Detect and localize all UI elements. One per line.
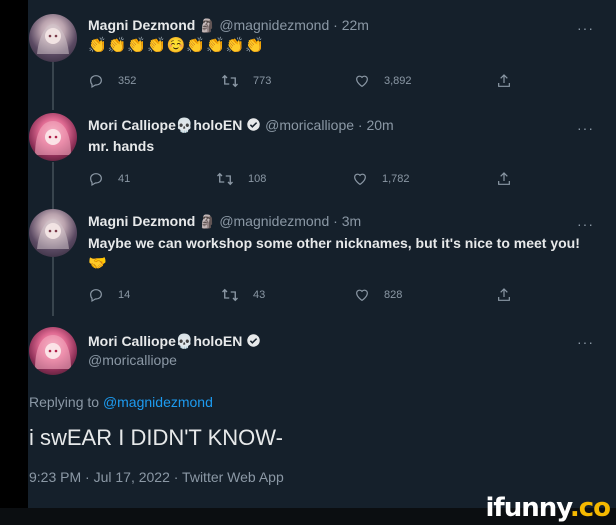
share-icon xyxy=(498,74,510,87)
reply-button[interactable]: 14 xyxy=(88,287,130,303)
tweet-header: Mori Calliope💀holoEN @moricalliope · 20m xyxy=(88,116,598,134)
tweet-actions: 14 43 828 xyxy=(88,287,518,305)
more-options-button[interactable]: ··· xyxy=(577,120,594,136)
separator-dot: · xyxy=(333,17,338,33)
more-options-button[interactable]: ··· xyxy=(577,216,594,232)
like-count: 828 xyxy=(384,289,403,301)
avatar-mori[interactable] xyxy=(29,327,77,375)
retweet-icon xyxy=(222,288,238,302)
tweet-text: 👏👏👏👏☺️👏👏👏👏 xyxy=(88,37,266,54)
like-count: 3,892 xyxy=(384,75,412,87)
heart-icon xyxy=(354,173,366,186)
main-tweet-meta[interactable]: 9:23 PM · Jul 17, 2022 · Twitter Web App xyxy=(29,469,284,485)
separator-dot: · xyxy=(357,117,363,133)
reply-icon xyxy=(90,173,102,187)
tweet-time[interactable]: 22m xyxy=(342,17,369,33)
retweet-button[interactable]: 43 xyxy=(221,287,265,303)
avatar-mori[interactable] xyxy=(29,113,77,161)
tweet-actions: 352 773 3,892 xyxy=(88,73,518,91)
share-button[interactable] xyxy=(496,287,526,303)
tweet-text: Maybe we can workshop some other nicknam… xyxy=(88,235,580,251)
tweet-2[interactable]: Mori Calliope💀holoEN @moricalliope · 20m… xyxy=(88,116,598,156)
like-button[interactable]: 828 xyxy=(354,287,402,303)
tweet-emoji: 🤝 xyxy=(88,255,108,272)
author-name[interactable]: Mori Calliope💀holoEN xyxy=(88,117,242,133)
retweet-count: 108 xyxy=(248,173,267,185)
tweet-time[interactable]: 20m xyxy=(366,117,393,133)
reply-count: 14 xyxy=(118,289,131,301)
reply-button[interactable]: 41 xyxy=(88,171,130,187)
author-name[interactable]: Magni Dezmond xyxy=(88,17,195,33)
like-button[interactable]: 1,782 xyxy=(352,171,410,187)
author-name[interactable]: Mori Calliope💀holoEN xyxy=(88,333,242,349)
main-tweet-author[interactable]: Mori Calliope💀holoEN xyxy=(88,332,261,350)
replying-to-mention[interactable]: @magnidezmond xyxy=(103,394,213,410)
avatar-magni[interactable] xyxy=(29,14,77,62)
moai-icon: 🗿 xyxy=(199,18,216,33)
main-tweet-text: i swEAR I DIDN'T KNOW- xyxy=(29,425,283,450)
verified-icon xyxy=(247,118,260,131)
more-options-button[interactable]: ··· xyxy=(577,334,594,350)
reply-button[interactable]: 352 xyxy=(88,73,136,89)
avatar-magni[interactable] xyxy=(29,209,77,257)
verified-icon xyxy=(247,334,260,347)
tweet-header: Magni Dezmond 🗿 @magnidezmond · 3m xyxy=(88,212,598,231)
author-handle[interactable]: @magnidezmond xyxy=(219,213,329,229)
share-icon xyxy=(498,288,510,301)
reply-icon xyxy=(90,289,102,303)
separator-dot: · xyxy=(333,213,338,229)
tweet-header: Magni Dezmond 🗿 @magnidezmond · 22m xyxy=(88,16,598,35)
watermark-text: ifunny xyxy=(485,493,571,523)
share-button[interactable] xyxy=(496,73,526,89)
watermark-domain: .co xyxy=(569,493,611,523)
heart-icon xyxy=(356,75,368,88)
retweet-count: 773 xyxy=(253,75,272,87)
author-handle[interactable]: @magnidezmond xyxy=(219,17,329,33)
like-count: 1,782 xyxy=(382,173,410,185)
retweet-button[interactable]: 773 xyxy=(221,73,271,89)
retweet-count: 43 xyxy=(253,289,266,301)
replying-to: Replying to @magnidezmond xyxy=(29,394,213,410)
share-icon xyxy=(498,172,510,185)
ifunny-watermark: ifunny.co xyxy=(485,493,611,523)
reply-count: 352 xyxy=(118,75,137,87)
thread-line xyxy=(52,58,54,110)
thread-line xyxy=(52,256,54,316)
thread-line xyxy=(52,162,54,210)
tweet-actions: 41 108 1,782 xyxy=(88,171,518,189)
like-button[interactable]: 3,892 xyxy=(354,73,412,89)
replying-to-label: Replying to xyxy=(29,394,100,410)
heart-icon xyxy=(356,289,368,302)
author-handle[interactable]: @moricalliope xyxy=(265,117,354,133)
tweet-3[interactable]: Magni Dezmond 🗿 @magnidezmond · 3m Maybe… xyxy=(88,212,598,273)
moai-icon: 🗿 xyxy=(199,214,216,229)
reply-icon xyxy=(90,75,102,89)
author-name[interactable]: Magni Dezmond xyxy=(88,213,195,229)
tweet-1[interactable]: Magni Dezmond 🗿 @magnidezmond · 22m 👏👏👏👏… xyxy=(88,16,598,55)
author-handle[interactable]: @moricalliope xyxy=(88,352,177,368)
more-options-button[interactable]: ··· xyxy=(577,20,594,36)
share-button[interactable] xyxy=(496,171,526,187)
tweet-text: mr. hands xyxy=(88,138,155,154)
retweet-icon xyxy=(217,172,233,186)
tweet-time[interactable]: 3m xyxy=(342,213,361,229)
retweet-icon xyxy=(222,74,238,88)
retweet-button[interactable]: 108 xyxy=(216,171,266,187)
reply-count: 41 xyxy=(118,173,131,185)
